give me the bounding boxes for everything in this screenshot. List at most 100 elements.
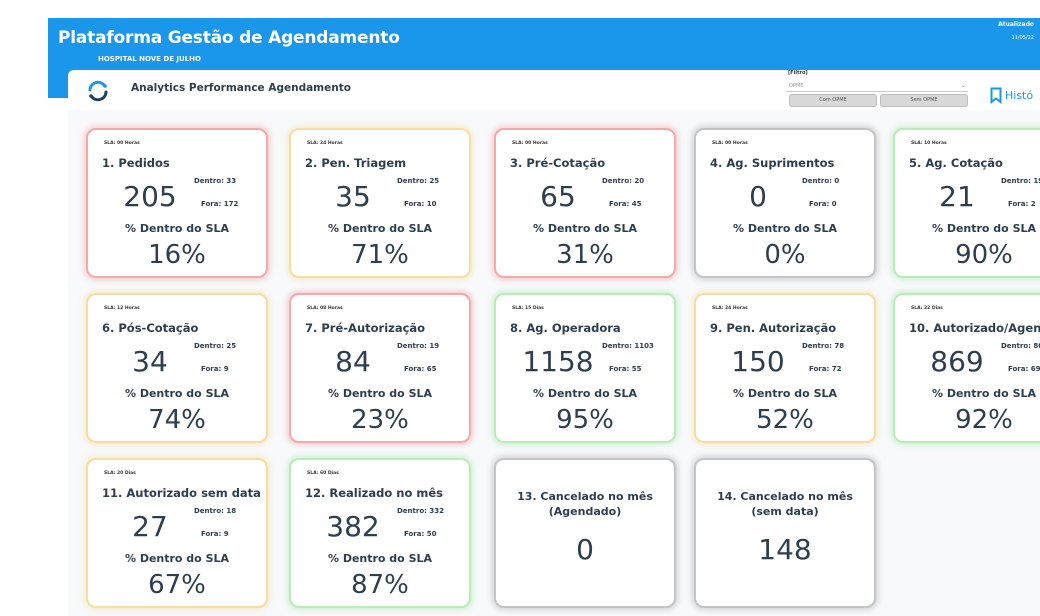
total-value: 150 [731,345,785,378]
kpi-card-ag-suprimentos[interactable]: SLA: 00 Horas 4. Ag. Suprimentos 0 Dentr… [694,128,876,278]
kpi-card-cancelado-sem-data[interactable]: 14. Cancelado no mês (sem data) 148 [694,458,876,608]
total-value: 65 [540,180,576,213]
fora-value: Fora: 10 [404,200,437,208]
fora-value: Fora: 55 [609,365,642,373]
sla-pct-label: % Dentro do SLA [931,222,1037,235]
kpi-card-pedidos[interactable]: SLA: 00 Horas 1. Pedidos 205 Dentro: 33 … [86,128,268,278]
dentro-value: Dentro: 78 [802,342,845,350]
fora-value: Fora: 9 [201,365,229,373]
sla-label: SLA: 10 Horas [911,141,947,146]
sla-label: SLA: 12 Horas [104,306,140,311]
card-title: 7. Pré-Autorização [305,321,426,335]
sla-pct-value: 31% [556,240,614,270]
dentro-value: Dentro: 1103 [602,342,654,350]
card-title: 8. Ag. Operadora [510,321,621,335]
card-title: 11. Autorizado sem data [102,486,261,500]
fora-value: Fora: 69 [1008,365,1040,373]
app-subtitle: HOSPITAL NOVE DE JULHO [98,55,201,63]
kpi-card-cancelado-agendado[interactable]: 13. Cancelado no mês (Agendado) 0 [494,458,676,608]
kpi-card-autorizado-agendado[interactable]: SLA: 22 Dias 10. Autorizado/Agendado 869… [893,293,1040,443]
fora-value: Fora: 0 [809,200,837,208]
opme-filter-select[interactable]: OPME ⌄ [786,80,968,92]
sla-pct-value: 74% [148,405,206,435]
sla-pct-label: % Dentro do SLA [124,552,230,565]
total-value: 148 [758,533,812,566]
filter-placeholder: OPME [789,83,804,89]
card-title: 10. Autorizado/Agendado [909,321,1040,335]
dentro-value: Dentro: 25 [397,177,440,185]
card-title-line1: 13. Cancelado no mês [517,490,653,503]
card-title: 2. Pen. Triagem [305,156,407,170]
card-title-line2: (sem data) [751,505,819,518]
sla-label: SLA: 00 Horas [712,141,748,146]
card-title: 5. Ag. Cotação [909,156,1003,170]
updated-date: 11/05/22 [1011,35,1034,41]
sla-pct-label: % Dentro do SLA [532,222,638,235]
history-button[interactable]: Histó [990,84,1033,106]
kpi-card-pre-autorizacao[interactable]: SLA: 08 Horas 7. Pré-Autorização 84 Dent… [289,293,471,443]
filter-label: [Filtro] [788,70,808,76]
total-value: 1158 [522,345,594,378]
sla-pct-value: 95% [556,405,614,435]
sla-label: SLA: 24 Horas [307,141,343,146]
total-value: 869 [930,345,984,378]
dentro-value: Dentro: 33 [194,177,237,185]
sla-pct-value: 0% [764,240,806,270]
sla-label: SLA: 60 Dias [307,471,339,476]
kpi-card-pos-cotacao[interactable]: SLA: 12 Horas 6. Pós-Cotação 34 Dentro: … [86,293,268,443]
card-title: 1. Pedidos [102,156,170,170]
card-title: 12. Realizado no mês [305,486,443,500]
sla-pct-value: 67% [148,570,206,600]
sla-pct-label: % Dentro do SLA [124,387,230,400]
total-value: 382 [326,510,380,543]
fora-value: Fora: 50 [404,530,437,538]
kpi-card-autorizado-sem-data[interactable]: SLA: 20 Dias 11. Autorizado sem data 27 … [86,458,268,608]
fora-value: Fora: 72 [809,365,842,373]
total-value: 27 [132,510,168,543]
com-opme-button[interactable]: Com OPME [789,94,877,107]
card-title: 14. Cancelado no mês (sem data) [696,489,874,519]
card-title: 4. Ag. Suprimentos [710,156,835,170]
kpi-card-pre-cotacao[interactable]: SLA: 00 Horas 3. Pré-Cotação 65 Dentro: … [494,128,676,278]
refresh-logo-icon [86,80,110,102]
fora-value: Fora: 65 [404,365,437,373]
sla-pct-label: % Dentro do SLA [931,387,1037,400]
dentro-value: Dentro: 0 [802,177,840,185]
fora-value: Fora: 2 [1008,200,1036,208]
sem-opme-button[interactable]: Sem OPME [880,94,968,107]
sla-pct-label: % Dentro do SLA [732,222,838,235]
sla-pct-value: 23% [351,405,409,435]
kpi-card-ag-operadora[interactable]: SLA: 15 Dias 8. Ag. Operadora 1158 Dentr… [494,293,676,443]
total-value: 0 [576,533,594,566]
fora-value: Fora: 9 [201,530,229,538]
app-title: Plataforma Gestão de Agendamento [58,28,400,48]
dentro-value: Dentro: 20 [602,177,645,185]
chevron-down-icon: ⌄ [960,82,966,89]
fora-value: Fora: 45 [609,200,642,208]
card-title: 13. Cancelado no mês (Agendado) [496,489,674,519]
sla-pct-value: 92% [955,405,1013,435]
sla-label: SLA: 00 Horas [104,141,140,146]
kpi-card-ag-cotacao[interactable]: SLA: 10 Horas 5. Ag. Cotação 21 Dentro: … [893,128,1040,278]
sla-pct-value: 90% [955,240,1013,270]
sla-pct-label: % Dentro do SLA [327,222,433,235]
sla-pct-label: % Dentro do SLA [124,222,230,235]
total-value: 0 [749,180,767,213]
sla-label: SLA: 00 Horas [512,141,548,146]
total-value: 84 [335,345,371,378]
sla-pct-label: % Dentro do SLA [532,387,638,400]
kpi-card-realizado-no-mes[interactable]: SLA: 60 Dias 12. Realizado no mês 382 De… [289,458,471,608]
dentro-value: Dentro: 332 [397,507,444,515]
sla-label: SLA: 15 Dias [512,306,544,311]
kpi-card-pen-triagem[interactable]: SLA: 24 Horas 2. Pen. Triagem 35 Dentro:… [289,128,471,278]
kpi-card-pen-autorizacao[interactable]: SLA: 24 Horas 9. Pen. Autorização 150 De… [694,293,876,443]
sla-label: SLA: 22 Dias [911,306,943,311]
fora-value: Fora: 172 [201,200,239,208]
card-title-line2: (Agendado) [548,505,622,518]
updated-label: Atualizado [998,21,1034,28]
bookmark-icon [990,87,1002,104]
card-title: 3. Pré-Cotação [510,156,606,170]
dentro-value: Dentro: 19 [1001,177,1040,185]
sla-label: SLA: 08 Horas [307,306,343,311]
history-label: Histó [1005,88,1034,102]
